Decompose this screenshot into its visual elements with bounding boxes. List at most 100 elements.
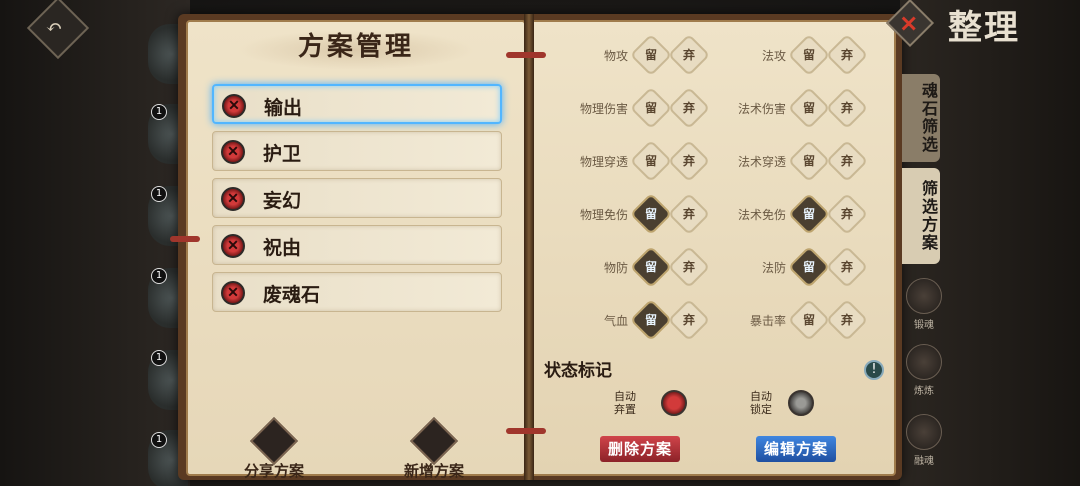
share-icon: [249, 416, 299, 466]
discard-toggle[interactable]: 弃: [667, 245, 711, 289]
info-icon[interactable]: !: [864, 360, 884, 380]
new-plan-icon: [409, 416, 459, 466]
tab-soulstone-filter[interactable]: 魂石筛选: [902, 74, 940, 162]
plan-item[interactable]: ✕ 祝由: [212, 225, 502, 265]
screen-title: 整理: [948, 8, 1020, 48]
keep-toggle-label: 留: [802, 207, 815, 221]
plan-label: 祝由: [263, 237, 302, 259]
keep-toggle-label: 留: [802, 101, 815, 115]
status-mark-heading: 状态标记: [544, 361, 612, 381]
plan-label: 废魂石: [263, 284, 321, 306]
side-label: 炼炼: [914, 386, 934, 397]
count-badge: 1: [151, 350, 167, 366]
keep-toggle[interactable]: 留: [629, 192, 673, 236]
filter-row: 法术免伤 留 弃: [714, 192, 869, 236]
delete-plan-icon[interactable]: ✕: [221, 281, 245, 305]
discard-toggle[interactable]: 弃: [667, 139, 711, 183]
count-badge: 1: [151, 268, 167, 284]
keep-toggle[interactable]: 留: [787, 33, 831, 77]
discard-toggle-label: 弃: [682, 260, 695, 274]
filter-row: 物理免伤 留 弃: [556, 192, 711, 236]
filter-row: 法攻 留 弃: [714, 33, 869, 77]
filter-attribute-label: 物攻: [603, 49, 628, 63]
auto-lock-label: 自动锁定: [750, 390, 772, 416]
discard-toggle[interactable]: 弃: [667, 192, 711, 236]
auto-discard-label: 自动弃置: [614, 390, 636, 416]
delete-plan-icon[interactable]: ✕: [222, 94, 246, 118]
delete-plan-icon[interactable]: ✕: [221, 234, 245, 258]
keep-toggle[interactable]: 留: [629, 298, 673, 342]
page-title: 方案管理: [297, 32, 414, 62]
plan-item[interactable]: ✕ 妄幻: [212, 178, 502, 218]
plan-item[interactable]: ✕ 输出: [212, 84, 502, 124]
keep-toggle-label: 留: [644, 48, 657, 62]
back-button[interactable]: ↶: [26, 0, 90, 60]
forge-icon[interactable]: [906, 278, 942, 314]
filter-attribute-label: 物理伤害: [579, 102, 628, 116]
auto-lock-toggle[interactable]: [788, 390, 814, 416]
keep-toggle[interactable]: 留: [787, 192, 831, 236]
plan-label: 输出: [264, 97, 303, 119]
discard-toggle-label: 弃: [840, 313, 853, 327]
share-plan-button[interactable]: 分享方案: [224, 416, 324, 481]
side-label: 锻魂: [914, 320, 934, 331]
book-spine: [524, 14, 534, 480]
filter-attribute-label: 物防: [603, 261, 628, 275]
discard-toggle[interactable]: 弃: [667, 298, 711, 342]
keep-toggle-label: 留: [802, 313, 815, 327]
edit-plan-button[interactable]: 编辑方案: [756, 436, 836, 462]
filter-attribute-label: 法术免伤: [737, 208, 786, 222]
count-badge: 1: [151, 104, 167, 120]
discard-toggle[interactable]: 弃: [825, 86, 869, 130]
discard-toggle-label: 弃: [840, 101, 853, 115]
keep-toggle[interactable]: 留: [787, 139, 831, 183]
fuse-icon[interactable]: [906, 414, 942, 450]
keep-toggle-label: 留: [644, 154, 657, 168]
delete-plan-icon[interactable]: ✕: [221, 140, 245, 164]
filter-row: 法防 留 弃: [714, 245, 869, 289]
filter-attribute-label: 法攻: [761, 49, 786, 63]
discard-toggle-label: 弃: [682, 101, 695, 115]
filter-row: 物防 留 弃: [556, 245, 711, 289]
keep-toggle[interactable]: 留: [629, 33, 673, 77]
filter-row: 物攻 留 弃: [556, 33, 711, 77]
new-plan-button[interactable]: 新增方案: [384, 416, 484, 481]
plan-label: 护卫: [263, 143, 302, 165]
filter-row: 气血 留 弃: [556, 298, 711, 342]
side-label: 融魂: [914, 456, 934, 467]
keep-toggle-label: 留: [644, 313, 657, 327]
keep-toggle[interactable]: 留: [787, 86, 831, 130]
filter-attribute-label: 法术穿透: [737, 155, 786, 169]
discard-toggle-label: 弃: [682, 48, 695, 62]
refine-icon[interactable]: [906, 344, 942, 380]
keep-toggle[interactable]: 留: [787, 245, 831, 289]
discard-toggle[interactable]: 弃: [825, 245, 869, 289]
keep-toggle-label: 留: [644, 101, 657, 115]
plan-item[interactable]: ✕ 护卫: [212, 131, 502, 171]
discard-toggle[interactable]: 弃: [825, 139, 869, 183]
filter-attribute-label: 法术伤害: [737, 102, 786, 116]
plan-item[interactable]: ✕ 废魂石: [212, 272, 502, 312]
delete-plan-button[interactable]: 删除方案: [600, 436, 680, 462]
delete-plan-icon[interactable]: ✕: [221, 187, 245, 211]
discard-toggle[interactable]: 弃: [667, 86, 711, 130]
filter-attribute-label: 暴击率: [749, 314, 786, 328]
discard-toggle[interactable]: 弃: [825, 192, 869, 236]
count-badge: 1: [151, 186, 167, 202]
filter-row: 物理伤害 留 弃: [556, 86, 711, 130]
discard-toggle[interactable]: 弃: [667, 33, 711, 77]
keep-toggle[interactable]: 留: [787, 298, 831, 342]
filter-row: 暴击率 留 弃: [714, 298, 869, 342]
plan-label: 妄幻: [263, 190, 302, 212]
discard-toggle-label: 弃: [840, 207, 853, 221]
filter-attribute-label: 物理穿透: [579, 155, 628, 169]
discard-toggle[interactable]: 弃: [825, 298, 869, 342]
auto-discard-toggle[interactable]: [661, 390, 687, 416]
keep-toggle[interactable]: 留: [629, 139, 673, 183]
keep-toggle[interactable]: 留: [629, 86, 673, 130]
keep-toggle[interactable]: 留: [629, 245, 673, 289]
ribbon: [506, 428, 546, 434]
discard-toggle[interactable]: 弃: [825, 33, 869, 77]
discard-toggle-label: 弃: [840, 154, 853, 168]
tab-filter-plans[interactable]: 筛选方案: [902, 168, 940, 264]
